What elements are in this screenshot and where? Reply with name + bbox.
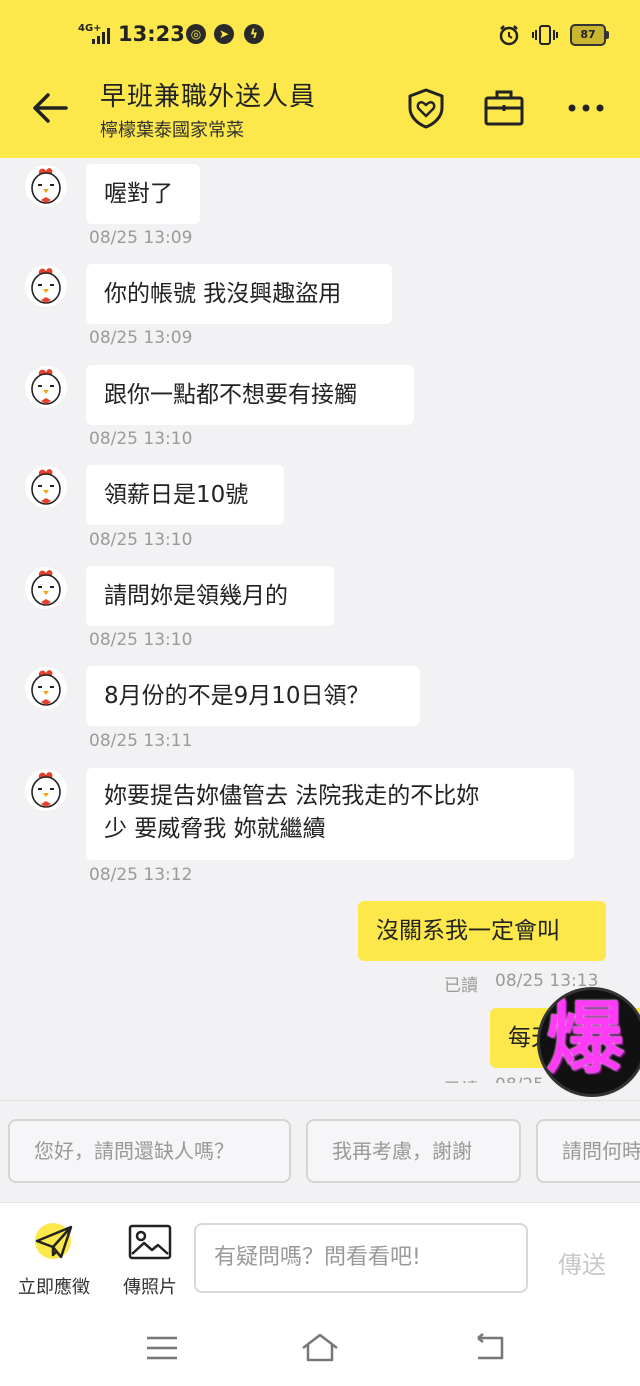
message-line: 妳要提告妳儘管去 法院我走的不比妳 xyxy=(104,783,480,809)
message-bubble[interactable]: 8月份的不是9月10日領？ xyxy=(86,666,420,726)
message-bubble[interactable]: 請問妳是領幾月的 xyxy=(86,566,334,626)
paper-plane-icon xyxy=(35,1223,73,1259)
clock: 13:23 xyxy=(118,22,185,46)
message-bubble[interactable]: 跟你一點都不想要有接觸 xyxy=(86,365,414,425)
quick-reply-chip[interactable]: 您好，請問還缺人嗎？ xyxy=(8,1119,291,1183)
send-button[interactable]: 傳送 xyxy=(558,1245,606,1280)
message-bubble[interactable]: 妳要提告妳儘管去 法院我走的不比妳 少 要威脅我 妳就繼續 xyxy=(86,768,574,860)
messenger-icon: ϟ xyxy=(244,24,264,44)
badge-text: 爆 xyxy=(546,994,625,1084)
read-receipt: 已讀 xyxy=(444,1075,478,1083)
chicken-avatar-icon xyxy=(25,366,67,408)
menu-icon[interactable] xyxy=(142,1330,182,1366)
chrome-icon: ◎ xyxy=(186,24,206,44)
chicken-avatar-icon xyxy=(25,769,67,811)
back-nav-icon[interactable] xyxy=(468,1330,508,1366)
apply-label: 立即應徵 xyxy=(18,1277,90,1298)
page-title: 早班兼職外送人員 xyxy=(100,82,317,112)
composer-bar: 立即應徵 傳照片 有疑問嗎？問看看吧! 傳送 xyxy=(0,1202,640,1313)
message-time: 08/25 13:10 xyxy=(89,630,193,650)
message-time: 08/25 13:09 xyxy=(89,228,193,248)
apply-button[interactable]: 立即應徵 xyxy=(14,1221,94,1299)
read-receipt: 已讀 xyxy=(444,976,478,996)
status-bar: 4G+ 13:23 ◎ ➤ ϟ 87 xyxy=(0,0,640,70)
more-dots-icon[interactable] xyxy=(564,86,608,130)
my-message-bubble[interactable]: 沒關系我一定會叫 xyxy=(358,901,606,961)
explosive-badge-sticker: 爆 xyxy=(540,990,640,1094)
page-subtitle: 檸檬葉泰國家常菜 xyxy=(100,120,244,141)
quick-replies-bar: 您好，請問還缺人嗎？ 我再考慮，謝謝 請問何時 xyxy=(0,1100,640,1201)
quick-reply-chip[interactable]: 請問何時 xyxy=(536,1119,640,1183)
shield-heart-icon[interactable] xyxy=(404,86,448,130)
message-line: 少 要威脅我 妳就繼續 xyxy=(104,816,326,842)
chicken-avatar-icon xyxy=(25,466,67,508)
signal-icon xyxy=(92,28,110,44)
chicken-avatar-icon xyxy=(25,165,67,207)
back-arrow-icon[interactable] xyxy=(30,88,70,128)
chicken-avatar-icon xyxy=(25,567,67,609)
message-bubble[interactable]: 喔對了 xyxy=(86,164,200,224)
briefcase-icon[interactable] xyxy=(482,86,526,130)
battery-indicator: 87 xyxy=(570,24,609,46)
send-photo-button[interactable]: 傳照片 xyxy=(110,1221,190,1299)
message-time: 08/25 13:11 xyxy=(89,731,193,751)
message-time: 08/25 13:13 xyxy=(495,971,599,991)
top-bar: 4G+ 13:23 ◎ ➤ ϟ 87 早班兼職外送人員 檸檬葉泰國家常菜 xyxy=(0,0,640,158)
chat-header: 早班兼職外送人員 檸檬葉泰國家常菜 xyxy=(0,70,640,158)
chicken-avatar-icon xyxy=(25,265,67,307)
chicken-avatar-icon xyxy=(25,667,67,709)
message-time: 08/25 13:09 xyxy=(89,328,193,348)
photo-label: 傳照片 xyxy=(123,1277,177,1298)
message-time: 08/25 xyxy=(495,1075,544,1083)
message-bubble[interactable]: 你的帳號 我沒興趣盜用 xyxy=(86,264,392,324)
message-list[interactable]: 喔對了 08/25 13:09 你的帳號 我沒興趣盜用 08/25 13:09 … xyxy=(0,158,640,1083)
image-icon xyxy=(128,1224,172,1260)
message-time: 08/25 13:10 xyxy=(89,530,193,550)
home-icon[interactable] xyxy=(300,1330,340,1366)
message-time: 08/25 13:10 xyxy=(89,429,193,449)
message-bubble[interactable]: 領薪日是10號 xyxy=(86,465,284,525)
system-nav-bar xyxy=(0,1312,640,1386)
compass-icon: ➤ xyxy=(214,24,234,44)
vibrate-icon xyxy=(532,25,558,45)
alarm-icon xyxy=(499,25,519,46)
message-time: 08/25 13:12 xyxy=(89,865,193,885)
quick-reply-chip[interactable]: 我再考慮，謝謝 xyxy=(306,1119,521,1183)
message-input[interactable]: 有疑問嗎？問看看吧! xyxy=(194,1223,528,1293)
